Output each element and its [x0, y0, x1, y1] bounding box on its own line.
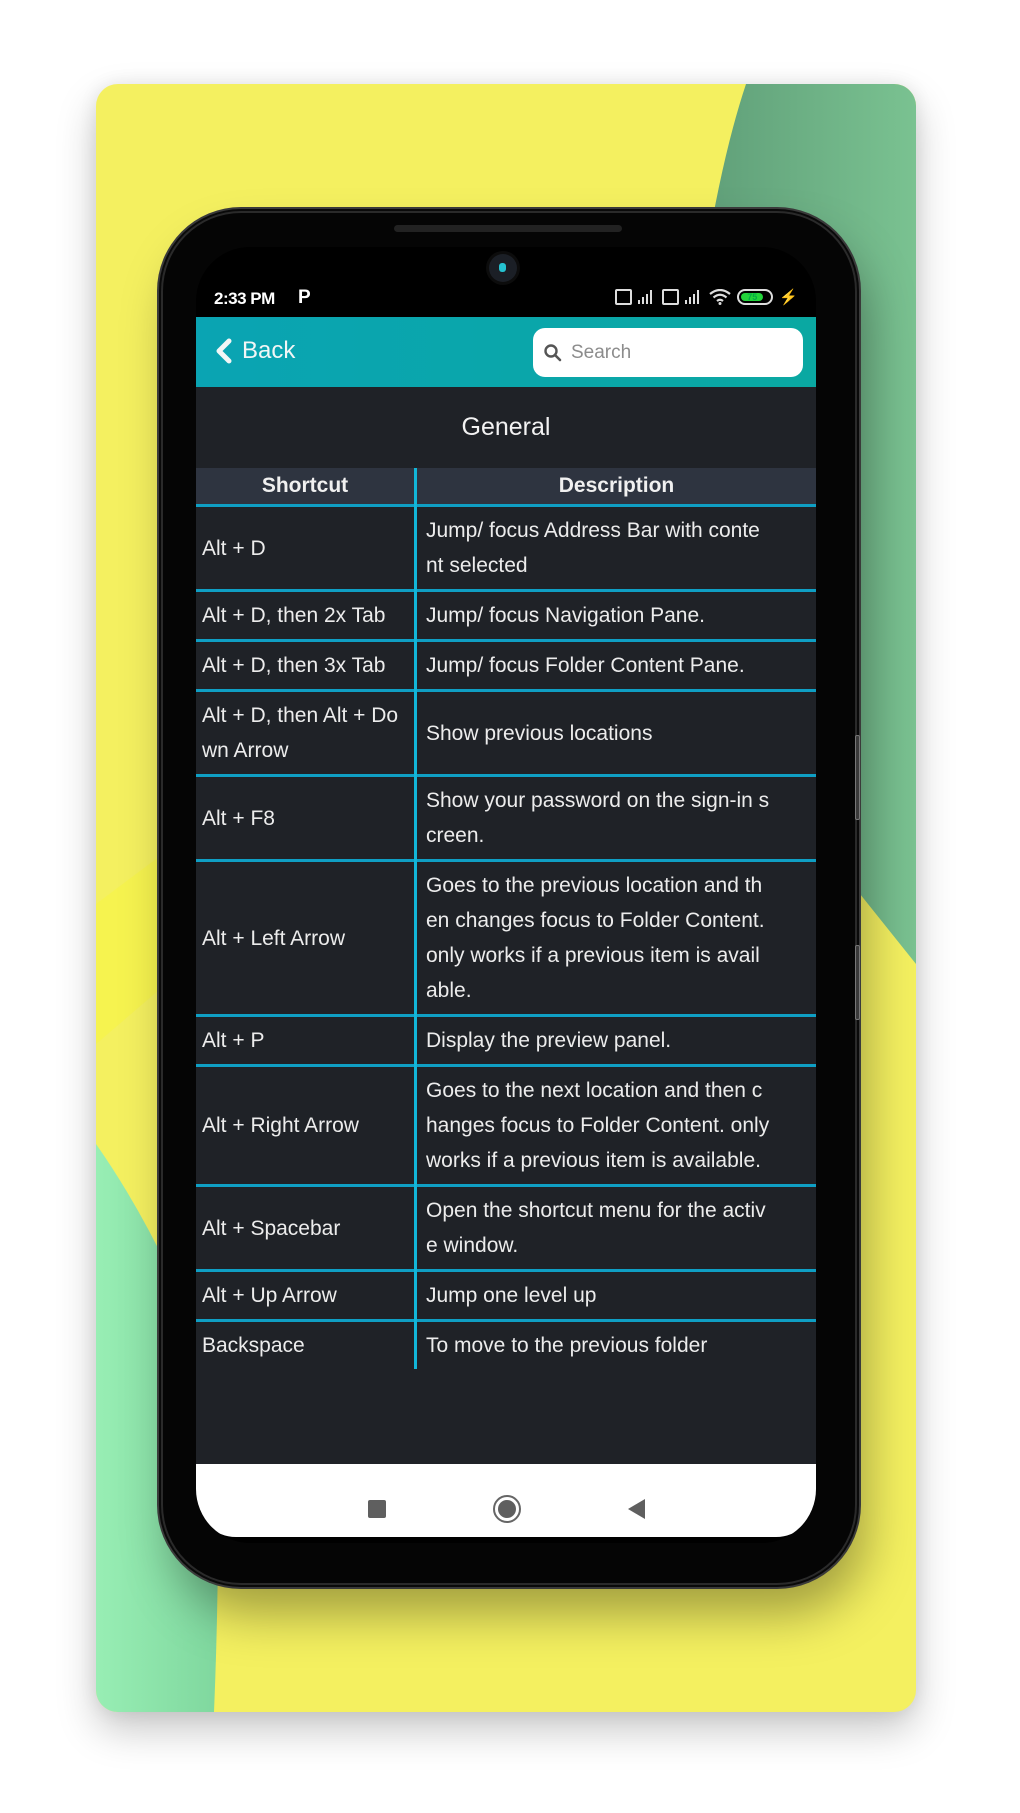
battery-icon: 75	[737, 289, 774, 305]
status-bar: 2:33 PM P 75 ⚡	[196, 283, 816, 317]
description-cell: Jump/ focus Address Bar with conte nt sel…	[415, 504, 816, 591]
table-row[interactable]: Alt + P Display the preview panel.	[196, 1014, 816, 1066]
shortcut-cell: Alt + P	[196, 1014, 417, 1066]
description-line: Open the shortcut menu for the activ	[426, 1199, 766, 1222]
description-line: Show previous locations	[426, 721, 653, 745]
shortcut-table: Shortcut Description Alt + D Jump/ focus …	[196, 468, 816, 1369]
phone-screen: 2:33 PM P 75 ⚡ Back Search General Short…	[196, 247, 816, 1543]
shortcut-cell: Alt + D, then Alt + Down Arrow	[196, 689, 417, 776]
shortcut-cell: Backspace	[196, 1319, 417, 1369]
description-cell: Goes to the next location and then c hang…	[415, 1064, 816, 1186]
description-cell: Show previous locations	[415, 689, 816, 776]
shortcut-cell: Alt + F8	[196, 774, 417, 861]
description-cell: Display the preview panel.	[415, 1014, 816, 1066]
table-row[interactable]: Alt + Spacebar Open the shortcut menu for…	[196, 1184, 816, 1271]
system-nav-bar	[196, 1464, 816, 1537]
search-icon	[544, 343, 562, 361]
section-title: General	[461, 413, 551, 441]
description-cell: To move to the previous folder	[415, 1319, 816, 1369]
description-cell: Jump/ focus Folder Content Pane.	[415, 639, 816, 691]
shortcut-cell: Alt + Left Arrow	[196, 859, 417, 1016]
back-button[interactable]: Back	[214, 337, 295, 365]
earpiece-speaker	[394, 225, 622, 232]
sim1-icon	[615, 289, 633, 305]
description-line: Jump/ focus Address Bar with conte	[426, 519, 760, 542]
battery-level: 75	[741, 293, 764, 302]
table-row[interactable]: Alt + Left Arrow Goes to the previous loc…	[196, 859, 816, 1016]
description-line: nt selected	[426, 554, 528, 577]
description-line: Display the preview panel.	[426, 1029, 672, 1052]
description-line: Goes to the previous location and th	[426, 874, 763, 897]
volume-button	[855, 735, 860, 820]
description-cell: Goes to the previous location and th en c…	[415, 859, 816, 1016]
sim2-icon	[662, 289, 680, 305]
search-box[interactable]	[533, 328, 803, 377]
column-header-description: Description	[415, 468, 816, 506]
signal-bars-icon	[685, 290, 700, 304]
status-time: 2:33 PM	[214, 289, 275, 308]
description-line: able.	[426, 979, 472, 1002]
shortcut-cell: Alt + Up Arrow	[196, 1269, 417, 1321]
description-line: Goes to the next location and then c	[426, 1079, 763, 1102]
signal-bars-icon	[638, 290, 653, 304]
shortcut-cell: Alt + Right Arrow	[196, 1064, 417, 1186]
table-row[interactable]: Backspace To move to the previous folder	[196, 1319, 816, 1369]
description-line: Jump/ focus Folder Content Pane.	[426, 654, 745, 677]
description-line: works if a previous item is available.	[426, 1149, 761, 1172]
shortcut-cell: Alt + Spacebar	[196, 1184, 417, 1271]
description-cell: Jump one level up	[415, 1269, 816, 1321]
charging-bolt-icon: ⚡	[779, 289, 798, 306]
notification-p-icon: P	[298, 287, 311, 308]
shortcut-list: General Shortcut Description Alt + D Jump…	[196, 387, 816, 1464]
table-row[interactable]: Alt + D, then 2x Tab Jump/ focus Navigati…	[196, 589, 816, 641]
description-line: Show your password on the sign-in s	[426, 789, 770, 812]
table-row[interactable]: Alt + D, then 3x Tab Jump/ focus Folder C…	[196, 639, 816, 691]
column-header-shortcut: Shortcut	[196, 468, 417, 506]
back-label: Back	[242, 337, 296, 364]
description-cell: Open the shortcut menu for the activ e wi…	[415, 1184, 816, 1271]
description-line: e window.	[426, 1234, 519, 1257]
front-camera	[489, 254, 517, 282]
table-header-row: Shortcut Description	[196, 468, 816, 506]
back-triangle-icon[interactable]	[628, 1499, 645, 1519]
table-row[interactable]: Alt + Right Arrow Goes to the next locati…	[196, 1064, 816, 1186]
description-line: Jump/ focus Navigation Pane.	[426, 604, 705, 627]
chevron-left-icon	[216, 338, 232, 364]
wifi-icon	[709, 289, 731, 305]
description-cell: Jump/ focus Navigation Pane.	[415, 589, 816, 641]
table-row[interactable]: Alt + D Jump/ focus Address Bar with cont…	[196, 504, 816, 591]
description-cell: Show your password on the sign-in s creen…	[415, 774, 816, 861]
description-line: only works if a previous item is avail	[426, 944, 760, 967]
search-input[interactable]	[569, 340, 793, 365]
description-line: Jump one level up	[426, 1284, 597, 1307]
description-line: creen.	[426, 824, 485, 847]
app-header: Back	[196, 317, 816, 387]
table-row[interactable]: Alt + Up Arrow Jump one level up	[196, 1269, 816, 1321]
home-button-icon[interactable]	[493, 1495, 521, 1523]
shortcut-cell: Alt + D, then 3x Tab	[196, 639, 417, 691]
table-row[interactable]: Alt + D, then Alt + Down Arrow Show previ…	[196, 689, 816, 776]
description-line: hanges focus to Folder Content. only	[426, 1114, 770, 1137]
description-line: en changes focus to Folder Content.	[426, 909, 765, 932]
description-line: To move to the previous folder	[426, 1334, 708, 1357]
table-row[interactable]: Alt + F8 Show your password on the sign-i…	[196, 774, 816, 861]
shortcut-cell: Alt + D, then 2x Tab	[196, 589, 417, 641]
recents-button-icon[interactable]	[368, 1500, 386, 1518]
shortcut-cell: Alt + D	[196, 504, 417, 591]
power-button	[855, 945, 860, 1020]
